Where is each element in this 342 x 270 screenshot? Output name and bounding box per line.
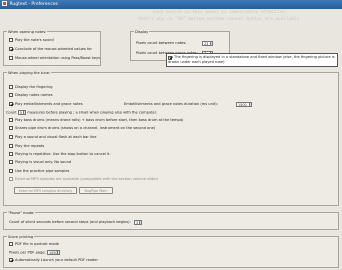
score-printing-panel: Score printing PDF file in portrait mode… xyxy=(3,235,339,268)
bagpipe-main-button[interactable]: BagPipe Main xyxy=(79,187,113,194)
mouse-wheel-option[interactable]: Mouse-wheel orientation using Pass/Boost… xyxy=(9,56,100,61)
play-repeats-label: Play the repeats xyxy=(15,144,45,148)
opening-notes-panel: When opening notes: Play the note's soun… xyxy=(3,30,101,66)
pixels-notes-field[interactable]: 23 xyxy=(202,41,214,47)
count-spinner[interactable] xyxy=(23,110,27,115)
banner-line-2: that's why no "Ok" button neither cancel… xyxy=(138,17,302,22)
play-repeats-checkbox[interactable] xyxy=(9,144,13,148)
display-fingering-label: Display the fingering xyxy=(15,85,53,89)
play-embellishments-label: Play embellishments and grace notes xyxy=(15,102,83,106)
app-icon xyxy=(2,1,7,6)
pause-count-field[interactable]: 3 xyxy=(134,220,143,226)
count-row: Count 0 measures before playing ; a smal… xyxy=(6,110,157,116)
sound-visual-checkbox[interactable] xyxy=(9,135,13,139)
display-fingering-option[interactable]: Display the fingering xyxy=(9,85,53,90)
sound-visual-option[interactable]: Play a sound and visual flash at each ba… xyxy=(9,135,96,140)
play-repetitive-option[interactable]: Playing is repetitive. Use the stop butt… xyxy=(9,152,111,157)
bass-drum-option[interactable]: Play bass drums (means drone rolls) + ba… xyxy=(9,118,183,123)
external-mp3-directory-button[interactable]: External MP3 samples directory xyxy=(14,187,77,194)
play-embellishments-option[interactable]: Play embellishments and grace notes xyxy=(9,102,83,107)
window-title: Rugtext - Preferences xyxy=(9,2,58,7)
fingering-info-box[interactable]: The fingering is displayed in a standalo… xyxy=(166,53,338,67)
display-legend: Display xyxy=(134,30,150,34)
pixels-pdf-spinner[interactable] xyxy=(57,250,61,255)
emb-duration-spinner[interactable] xyxy=(249,102,253,107)
external-mp3-option[interactable]: External MP3 samples are available (comp… xyxy=(9,177,158,182)
count-rest-label: measures before playing ; a small when p… xyxy=(27,110,158,115)
pixels-pdf-row: Pixels per PDF page: 1050 xyxy=(9,250,61,256)
count-label: Count xyxy=(6,110,17,115)
bass-drum-label: Play bass drums (means drone rolls) + ba… xyxy=(15,118,184,122)
info-banner: Each switch in this panel is immediately… xyxy=(100,9,340,29)
play-sound-label: Play the note's sound xyxy=(15,38,54,42)
clef-mouse-option[interactable]: Conclude of the mouse-wheeled values for xyxy=(9,47,92,52)
display-notes-option[interactable]: Display notes names xyxy=(9,93,53,98)
auto-launch-checkbox[interactable] xyxy=(9,258,13,262)
play-sound-checkbox[interactable] xyxy=(9,38,13,42)
pixels-pdf-input[interactable]: 1050 xyxy=(46,250,58,255)
bass-drum-checkbox[interactable] xyxy=(9,118,13,122)
auto-launch-option[interactable]: Automatically Launch your default PDF re… xyxy=(9,258,98,263)
snare-drum-option[interactable]: Snares pipe drum drums (shows on a chann… xyxy=(9,126,155,131)
pixels-notes-spinner[interactable] xyxy=(210,41,214,46)
play-repetitive-checkbox[interactable] xyxy=(9,152,13,156)
mouse-wheel-checkbox[interactable] xyxy=(9,56,13,60)
pdf-portrait-option[interactable]: PDF file in portrait mode xyxy=(9,242,59,247)
pixels-notes-label: Pixels count between notes: xyxy=(136,41,187,45)
clef-mouse-checkbox[interactable] xyxy=(9,47,13,51)
opening-notes-legend: When opening notes: xyxy=(7,30,48,34)
play-sound-option[interactable]: Play the note's sound xyxy=(9,38,54,43)
pause-count-row: Count of silent seconds before second st… xyxy=(9,220,131,225)
clef-mouse-label: Conclude of the mouse-wheeled values for xyxy=(15,47,92,51)
fingering-info-checkbox[interactable] xyxy=(168,55,172,60)
fingering-info-label: The fingering is displayed in a standalo… xyxy=(168,55,335,64)
emb-duration-field[interactable]: 1500 xyxy=(236,102,253,108)
playing-panel: When playing the tune: Display the finge… xyxy=(3,71,339,206)
pdf-portrait-checkbox[interactable] xyxy=(9,242,13,246)
pause-panel: "Pause" mode: Count of silent seconds be… xyxy=(3,211,339,230)
emb-duration-input[interactable]: 1500 xyxy=(236,102,250,107)
visual-only-option[interactable]: Playing is visual only. No sound xyxy=(9,160,71,165)
emb-duration-label: Embellishments and grace notes duration … xyxy=(124,102,218,106)
banner-line-1: Each switch in this panel is immediately… xyxy=(152,10,288,15)
score-printing-legend: Score printing xyxy=(7,235,35,239)
pdf-portrait-label: PDF file in portrait mode xyxy=(15,242,59,246)
play-repeats-option[interactable]: Play the repeats xyxy=(9,144,44,149)
display-notes-checkbox[interactable] xyxy=(9,93,13,97)
mouse-wheel-label: Mouse-wheel orientation using Pass/Boost… xyxy=(15,56,101,60)
pause-count-label: Count of silent seconds before second st… xyxy=(9,220,131,224)
external-mp3-checkbox[interactable] xyxy=(9,177,13,181)
emb-duration-row: Embellishments and grace notes duration … xyxy=(124,102,218,107)
practice-samples-checkbox[interactable] xyxy=(9,169,13,173)
playing-legend: When playing the tune: xyxy=(7,71,52,75)
visual-only-label: Playing is visual only. No sound xyxy=(15,160,72,164)
practice-samples-option[interactable]: Use the practice pipe samples xyxy=(9,169,69,174)
auto-launch-label: Automatically Launch your default PDF re… xyxy=(15,258,98,262)
play-embellishments-checkbox[interactable] xyxy=(9,102,13,106)
pause-count-spinner[interactable] xyxy=(139,220,143,225)
visual-only-checkbox[interactable] xyxy=(9,160,13,164)
pause-legend: "Pause" mode: xyxy=(7,211,36,215)
external-mp3-label: External MP3 samples are available (comp… xyxy=(15,177,159,181)
display-fingering-checkbox[interactable] xyxy=(9,85,13,89)
snare-drum-label: Snares pipe drum drums (shows on a chann… xyxy=(15,126,156,130)
sound-visual-label: Play a sound and visual flash at each ba… xyxy=(15,135,97,139)
title-bar: Rugtext - Preferences xyxy=(0,0,342,9)
pixels-pdf-label: Pixels per PDF page: xyxy=(9,250,46,255)
practice-samples-label: Use the practice pipe samples xyxy=(15,169,70,173)
snare-drum-checkbox[interactable] xyxy=(9,126,13,130)
play-repetitive-label: Playing is repetitive. Use the stop butt… xyxy=(15,152,111,156)
pixels-notes-row: Pixels count between notes: xyxy=(136,41,186,46)
display-notes-label: Display notes names xyxy=(15,93,53,97)
